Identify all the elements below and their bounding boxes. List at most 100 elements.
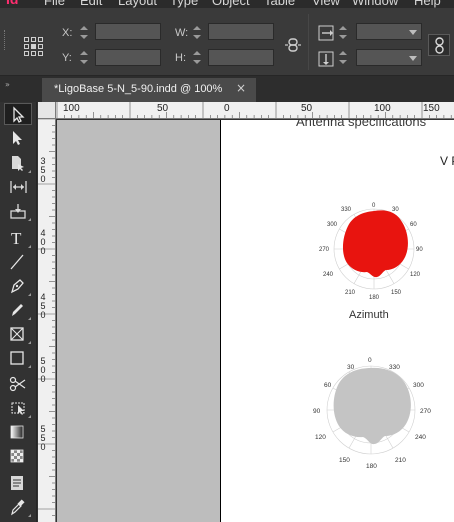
polar-tick-label: 210 bbox=[345, 290, 356, 296]
close-icon[interactable]: × bbox=[236, 81, 246, 95]
rectangle-frame-icon bbox=[10, 327, 24, 341]
menu-help[interactable]: Help bbox=[414, 0, 441, 8]
azimuth-label: Azimuth bbox=[349, 309, 389, 321]
gap-icon bbox=[10, 181, 27, 193]
polar-tick-label: 330 bbox=[341, 207, 352, 213]
y-stepper[interactable] bbox=[78, 49, 92, 67]
ruler-label: 100 bbox=[63, 103, 80, 114]
w-field[interactable] bbox=[208, 23, 274, 40]
menu-layout[interactable]: Layout bbox=[118, 0, 157, 8]
type-tool[interactable]: T bbox=[4, 227, 32, 249]
menu-window[interactable]: Window bbox=[352, 0, 398, 8]
polar-tick-label: 270 bbox=[319, 247, 330, 253]
grey-radiation-pattern[interactable]: 0 30 60 90 120 150 180 210 240 270 300 3… bbox=[307, 352, 439, 468]
y-label: Y: bbox=[62, 52, 72, 64]
polar-tick-label: 240 bbox=[323, 272, 334, 278]
ruler-label: 150 bbox=[423, 103, 440, 114]
document-tab-title: *LigoBase 5-N_5-90.indd @ 100% bbox=[54, 83, 223, 95]
ruler-label: 50 bbox=[157, 103, 169, 114]
y-field[interactable] bbox=[95, 49, 161, 66]
rectangle-icon bbox=[10, 351, 24, 365]
h-stepper[interactable] bbox=[191, 49, 205, 67]
eyedropper-tool[interactable] bbox=[4, 496, 32, 518]
pen-tool[interactable] bbox=[4, 275, 32, 297]
polar-tick-label: 60 bbox=[324, 382, 332, 389]
horizontal-ruler[interactable]: 100 50 0 50 100 150 bbox=[56, 102, 454, 119]
chain-link-icon bbox=[435, 37, 444, 54]
w-stepper[interactable] bbox=[191, 24, 205, 42]
line-tool[interactable] bbox=[4, 251, 32, 273]
collapse-panels-icon[interactable]: » bbox=[5, 80, 10, 89]
note-tool[interactable] bbox=[4, 472, 32, 494]
document-tab-bar: » *LigoBase 5-N_5-90.indd @ 100% × bbox=[0, 76, 454, 102]
polar-tick-label: 120 bbox=[410, 272, 421, 278]
direct-selection-arrow-icon bbox=[13, 131, 22, 145]
document-tab[interactable]: *LigoBase 5-N_5-90.indd @ 100% × bbox=[42, 78, 256, 102]
menu-view[interactable]: View bbox=[312, 0, 340, 8]
note-icon bbox=[11, 476, 23, 490]
content-collector-icon bbox=[10, 204, 26, 219]
gradient-swatch-tool[interactable] bbox=[4, 421, 32, 443]
horizontal-ruler-ticks bbox=[56, 102, 452, 118]
vertical-ruler[interactable]: 3 5 0 4 0 0 4 5 0 5 0 0 5 5 0 bbox=[38, 119, 56, 522]
polar-tick-label: 30 bbox=[347, 364, 355, 371]
scissors-tool[interactable] bbox=[4, 373, 32, 395]
app-logo: Id bbox=[6, 0, 18, 7]
direct-selection-tool[interactable] bbox=[4, 127, 32, 149]
document-page[interactable]: Antenna specifications V P 0 30 60 90 12… bbox=[220, 120, 454, 522]
pen-icon bbox=[10, 279, 24, 294]
gradient-feather-tool[interactable] bbox=[4, 445, 32, 467]
chevron-down-icon bbox=[409, 56, 417, 61]
h-label: H: bbox=[175, 52, 186, 64]
selection-arrow-icon bbox=[13, 106, 25, 123]
selection-tool[interactable] bbox=[4, 103, 32, 125]
menu-table[interactable]: Table bbox=[264, 0, 295, 8]
menu-edit[interactable]: Edit bbox=[80, 0, 102, 8]
constrain-proportions-icon[interactable] bbox=[284, 36, 302, 54]
menu-file[interactable]: File bbox=[44, 0, 65, 8]
scale-y-icon bbox=[318, 51, 334, 67]
gradient-icon bbox=[10, 425, 24, 439]
content-collector-tool[interactable] bbox=[4, 200, 32, 222]
scale-x-stepper[interactable] bbox=[337, 24, 351, 42]
polar-tick-label: 210 bbox=[395, 457, 406, 464]
eyedropper-icon bbox=[11, 499, 25, 516]
gap-tool[interactable] bbox=[4, 176, 32, 198]
polar-tick-label: 180 bbox=[369, 295, 380, 300]
free-transform-icon bbox=[11, 402, 25, 415]
pasteboard[interactable] bbox=[57, 120, 220, 522]
rectangle-tool[interactable] bbox=[4, 347, 32, 369]
menu-object[interactable]: Object bbox=[212, 0, 250, 8]
rectangle-frame-tool[interactable] bbox=[4, 323, 32, 345]
polar-tick-label: 90 bbox=[313, 408, 321, 415]
ruler-label: 50 bbox=[301, 103, 313, 114]
panel-grip[interactable] bbox=[4, 30, 7, 50]
polar-tick-label: 300 bbox=[413, 382, 424, 389]
link-toggle-button[interactable] bbox=[428, 34, 450, 56]
polar-tick-label: 150 bbox=[339, 457, 350, 464]
x-field[interactable] bbox=[95, 23, 161, 40]
vp-label: V P bbox=[440, 154, 454, 168]
ruler-label: 0 bbox=[40, 442, 46, 452]
polar-tick-label: 0 bbox=[372, 203, 376, 209]
polar-tick-label: 60 bbox=[410, 222, 417, 228]
menu-type[interactable]: Type bbox=[170, 0, 198, 8]
pencil-icon bbox=[12, 304, 23, 316]
azimuth-radiation-pattern[interactable]: 0 30 60 90 120 150 180 210 240 270 300 3… bbox=[317, 198, 433, 300]
svg-text:T: T bbox=[11, 229, 22, 247]
polar-tick-label: 270 bbox=[420, 408, 431, 415]
page-heading: Antenna specifications bbox=[296, 120, 427, 129]
reference-point-icon[interactable] bbox=[24, 37, 44, 57]
h-field[interactable] bbox=[208, 49, 274, 66]
w-label: W: bbox=[175, 27, 189, 39]
free-transform-tool[interactable] bbox=[4, 397, 32, 419]
gradient-feather-icon bbox=[10, 449, 24, 463]
tools-panel: T bbox=[0, 102, 37, 522]
x-stepper[interactable] bbox=[78, 24, 92, 42]
ruler-origin[interactable] bbox=[38, 102, 56, 119]
page-tool[interactable] bbox=[4, 152, 32, 174]
pencil-tool[interactable] bbox=[4, 299, 32, 321]
ruler-label: 0 bbox=[40, 174, 46, 184]
ruler-label: 0 bbox=[40, 374, 46, 384]
scale-y-stepper[interactable] bbox=[337, 49, 351, 67]
